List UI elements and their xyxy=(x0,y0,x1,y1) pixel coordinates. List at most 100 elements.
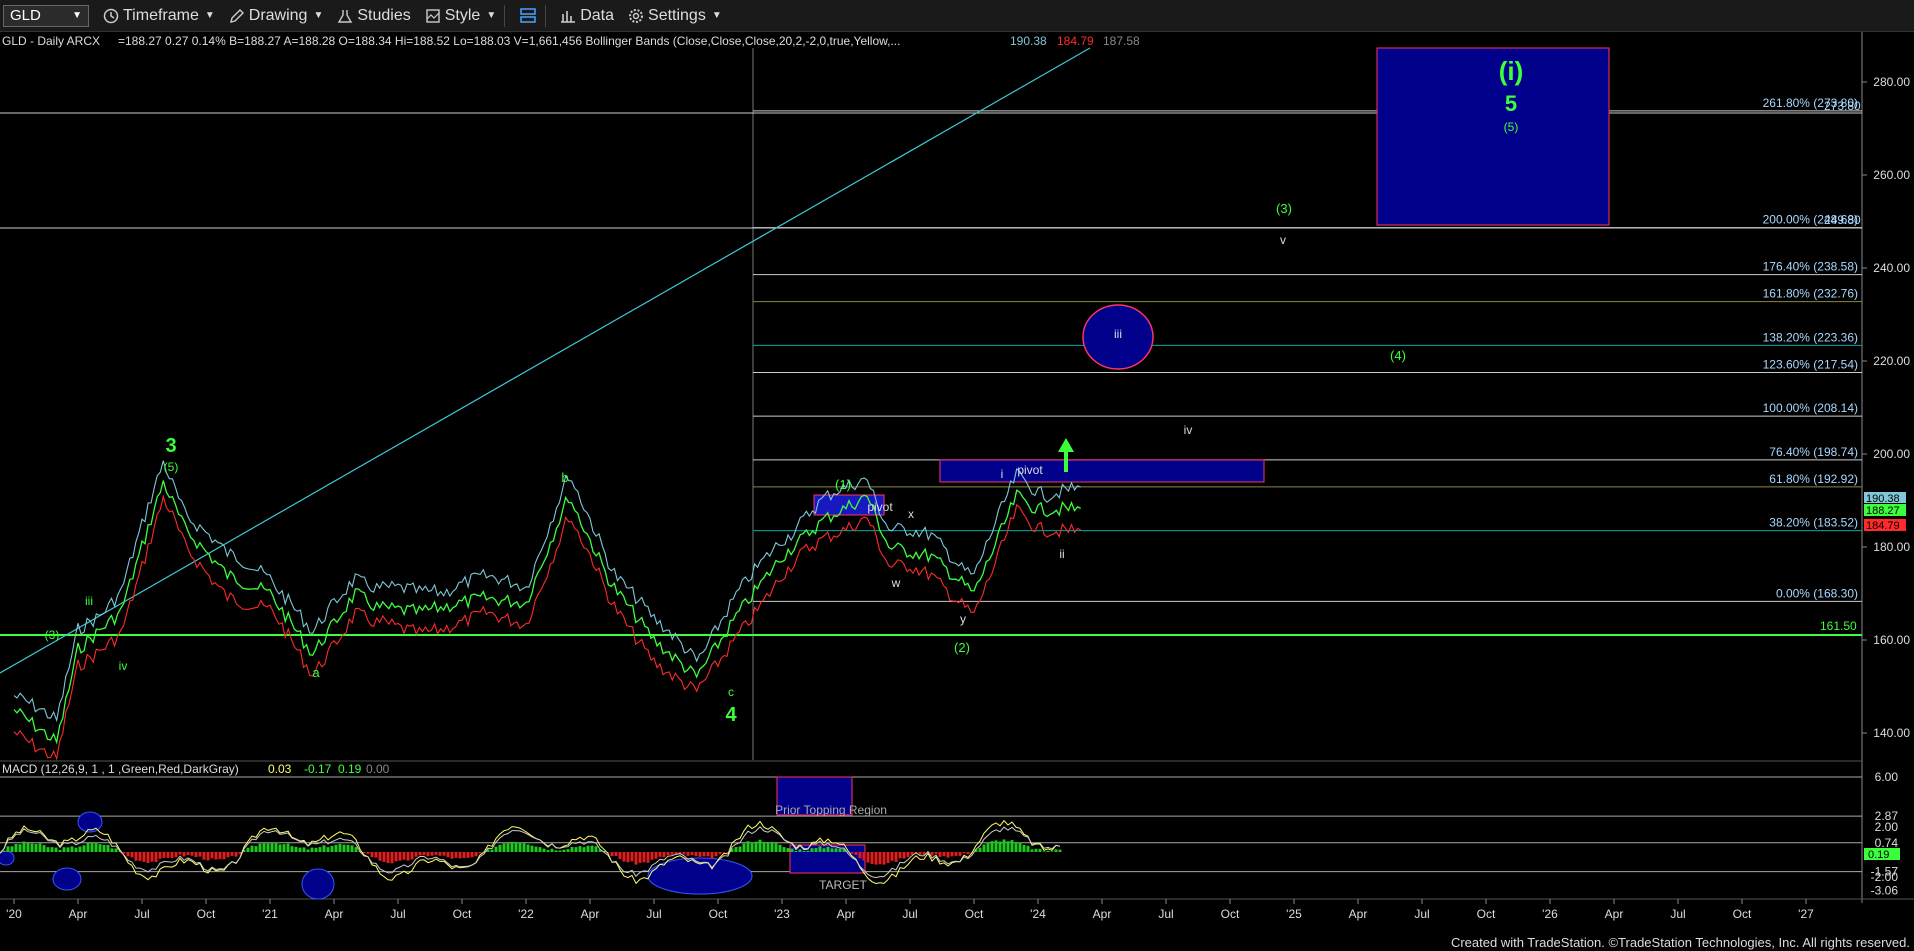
fib-label: 38.20% (183.52) xyxy=(1769,516,1858,530)
price-tick-label: 220.00 xyxy=(1873,354,1910,368)
badge-upper-text: 190.38 xyxy=(1866,493,1900,505)
clock-icon xyxy=(103,8,119,23)
macd-ellipse-2 xyxy=(77,811,103,833)
time-tick-label: Jul xyxy=(1158,907,1173,921)
target-box xyxy=(1376,47,1610,226)
toolbar-divider xyxy=(504,4,506,27)
wave-y-label: y xyxy=(960,612,966,626)
fib-label: 0.00% (168.30) xyxy=(1776,586,1858,600)
macd-header: MACD (12,26,9, 1 , 1 ,Green,Red,DarkGray… xyxy=(2,762,390,776)
pivot-label-2: pivot xyxy=(1017,463,1043,477)
wave-iii-circle-label: iii xyxy=(1114,327,1122,341)
macd-tick-label: 2.00 xyxy=(1875,820,1899,834)
support-label: 161.50 xyxy=(1820,619,1857,633)
macd-tick-label: -3.06 xyxy=(1871,883,1899,897)
price-chart[interactable]: GLD - Daily ARCX =188.27 0.27 0.14% B=18… xyxy=(0,32,1914,935)
time-tick-label: Oct xyxy=(1733,907,1752,921)
flask-icon xyxy=(338,9,353,23)
macd-levels xyxy=(0,776,1862,873)
wave-x-label: x xyxy=(908,507,914,521)
time-axis: '20 Apr Jul Oct '21 Apr Jul Oct '22 Apr Jul Oct '23 A… xyxy=(6,899,1814,921)
toolbar: GLD ▼ Timeframe ▼ Drawing ▼ Studies Style ▼… xyxy=(0,0,1914,32)
price-tick-label: 140.00 xyxy=(1873,726,1910,740)
style-menu[interactable]: Style ▼ xyxy=(425,7,496,25)
wave-w-label: w xyxy=(891,576,901,590)
drawing-menu[interactable]: Drawing ▼ xyxy=(229,7,323,25)
time-tick-label: '22 xyxy=(518,907,534,921)
settings-label[interactable]: Settings xyxy=(648,7,706,25)
studies-menu[interactable]: Studies xyxy=(337,7,411,25)
time-tick-label: Apr xyxy=(837,907,856,921)
caret-down-icon[interactable]: ▼ xyxy=(205,10,215,21)
fib-label: 138.20% (223.36) xyxy=(1763,330,1858,344)
time-tick-label: '26 xyxy=(1542,907,1558,921)
fib-label: 100.00% (208.14) xyxy=(1763,401,1858,415)
timeframe-menu[interactable]: Timeframe ▼ xyxy=(103,7,215,25)
bar-chart-icon xyxy=(561,10,576,23)
macd-tick-label: -2.00 xyxy=(1871,870,1899,884)
data-label[interactable]: Data xyxy=(580,7,614,25)
credit-text: Created with TradeStation. ©TradeStation… xyxy=(1450,935,1910,950)
time-tick-label: Oct xyxy=(197,907,216,921)
wave-ii-blue-label: ii xyxy=(1059,547,1064,561)
pencil-icon xyxy=(229,8,244,23)
wave-2-label: (2) xyxy=(954,640,970,655)
time-tick-label: Apr xyxy=(1093,907,1112,921)
caret-down-icon[interactable]: ▼ xyxy=(486,10,496,21)
price-tick-label: 160.00 xyxy=(1873,633,1910,647)
macd-badge-text: 0.19 xyxy=(1868,849,1889,861)
time-tick-label: Jul xyxy=(1670,907,1685,921)
time-tick-label: Jul xyxy=(902,907,917,921)
wave-labels: 3 (5) 4 5 (i) (5) iii iv (3) a b c (1) (… xyxy=(45,56,1524,726)
wave-iv-small-label: iv xyxy=(119,659,128,673)
time-tick-label: Oct xyxy=(709,907,728,921)
time-tick-label: Oct xyxy=(453,907,472,921)
fib-label: 61.80% (192.92) xyxy=(1769,472,1858,486)
style-label[interactable]: Style xyxy=(445,7,481,25)
price-tick-label: 200.00 xyxy=(1873,447,1910,461)
time-tick-label: Apr xyxy=(69,907,88,921)
pivot-label-1: pivot xyxy=(867,500,893,514)
macd-tick-label: 6.00 xyxy=(1875,770,1899,784)
wave-c-label: c xyxy=(728,685,734,699)
fib-label: 176.40% (238.58) xyxy=(1763,260,1858,274)
symbol-value[interactable]: GLD xyxy=(10,7,41,24)
time-tick-label: '27 xyxy=(1798,907,1814,921)
macd-series xyxy=(0,819,1062,885)
symbol-input[interactable]: GLD ▼ xyxy=(3,4,89,27)
price-tick-label: 280.00 xyxy=(1873,75,1910,89)
wave-5-sub-label: (5) xyxy=(1504,120,1519,134)
layout-icon xyxy=(520,7,536,23)
timeframe-label[interactable]: Timeframe xyxy=(123,7,199,25)
layout-button[interactable] xyxy=(519,7,537,25)
time-tick-label: '21 xyxy=(262,907,278,921)
wave-i-blue-label: i xyxy=(1001,467,1004,481)
chevron-down-icon[interactable]: ▼ xyxy=(72,10,82,21)
time-tick-label: Apr xyxy=(1605,907,1624,921)
time-tick-label: '20 xyxy=(6,907,22,921)
macd-v1: 0.03 xyxy=(268,762,292,776)
price-line xyxy=(13,480,1082,745)
footer: Created with TradeStation. ©TradeStation… xyxy=(0,935,1914,951)
drawing-label[interactable]: Drawing xyxy=(249,7,308,25)
toolbar-divider xyxy=(545,4,547,27)
caret-down-icon[interactable]: ▼ xyxy=(712,10,722,21)
chart-header: GLD - Daily ARCX =188.27 0.27 0.14% B=18… xyxy=(2,34,1140,48)
price-axis: 280.00 260.00 240.00 220.00 200.00 180.00 160.… xyxy=(1862,75,1910,740)
macd-v3: 0.19 xyxy=(338,762,362,776)
price-badges: 190.38 188.27 184.79 xyxy=(1864,492,1906,532)
wave-iv-future-label: iv xyxy=(1184,423,1193,437)
caret-down-icon[interactable]: ▼ xyxy=(313,10,323,21)
badge-close-text: 188.27 xyxy=(1866,505,1900,517)
prior-topping-label: Prior Topping Region xyxy=(775,803,887,817)
fib-label: 76.40% (198.74) xyxy=(1769,445,1858,459)
data-menu[interactable]: Data xyxy=(560,7,614,25)
bb-upper-value: 190.38 xyxy=(1010,34,1047,48)
badge-lower-text: 184.79 xyxy=(1866,520,1900,532)
settings-menu[interactable]: Settings ▼ xyxy=(628,7,722,25)
wave-3-small-label: (3) xyxy=(45,628,60,642)
wave-5-label: 5 xyxy=(1505,91,1517,116)
macd-v4: 0.00 xyxy=(366,762,390,776)
studies-label[interactable]: Studies xyxy=(357,7,410,25)
wave-v-future-label: v xyxy=(1280,233,1286,247)
